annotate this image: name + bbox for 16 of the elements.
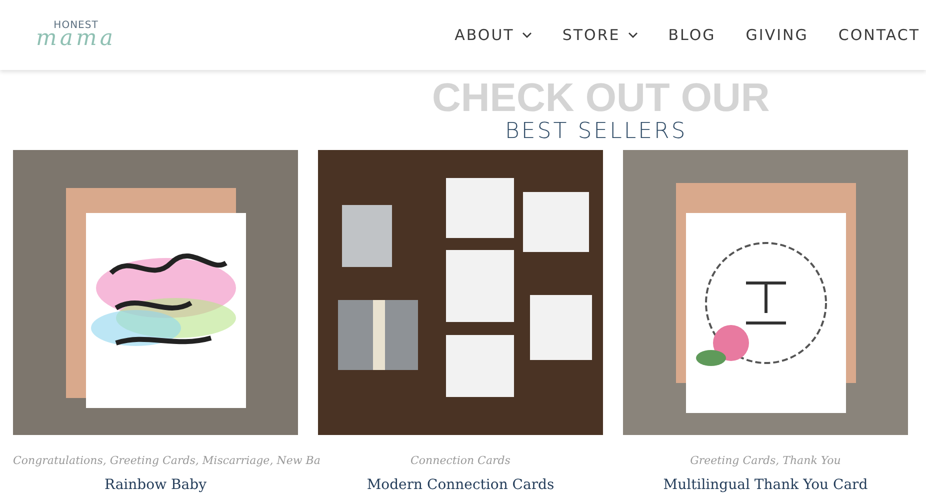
- nav-link[interactable]: BLOG: [668, 26, 716, 44]
- nav-link[interactable]: STORE: [562, 26, 638, 44]
- product-title[interactable]: Rainbow Baby: [104, 477, 207, 493]
- product-photo[interactable]: [318, 150, 603, 435]
- logo[interactable]: HONEST mama: [16, 20, 136, 50]
- product-title[interactable]: Modern Connection Cards: [366, 477, 554, 493]
- product-title[interactable]: Multilingual Thank You Card: [663, 477, 868, 493]
- comma-separator: ,: [195, 454, 199, 468]
- nav-link[interactable]: CONTACT: [838, 26, 920, 44]
- section-title: BEST SELLERS: [505, 118, 688, 146]
- nav-link[interactable]: GIVING: [746, 26, 808, 44]
- product-photo[interactable]: [13, 150, 298, 435]
- nav-link[interactable]: ABOUT: [454, 26, 532, 44]
- comma-separator: ,: [102, 454, 106, 468]
- comma-separator: ,: [776, 454, 780, 468]
- comma-separator: ,: [270, 454, 274, 468]
